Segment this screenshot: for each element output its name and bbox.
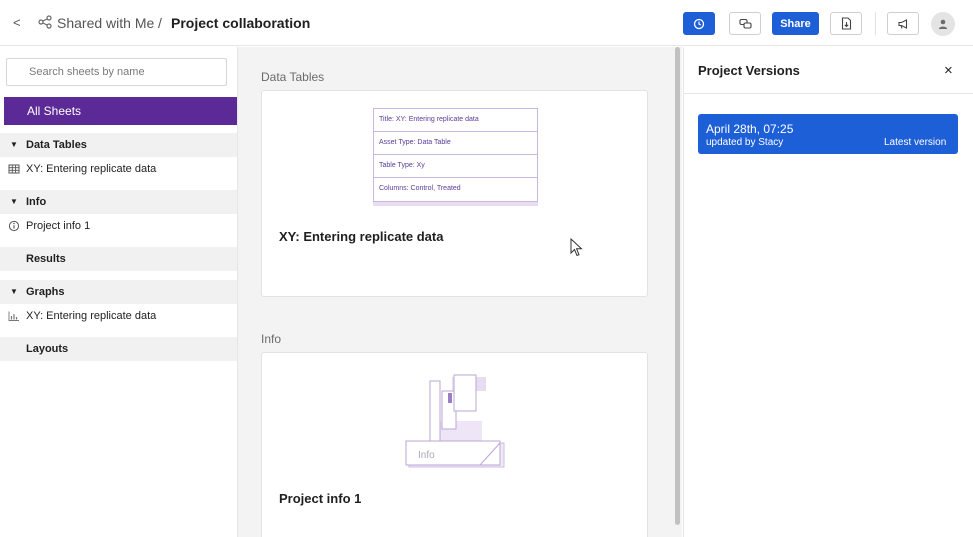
panel-title: Project Versions — [698, 63, 800, 78]
card-title: Project info 1 — [279, 491, 362, 506]
section-label: Info — [26, 196, 47, 208]
top-bar: < Shared with Me / Project collaboration… — [0, 0, 973, 46]
sidebar-item-label: Project info 1 — [26, 220, 91, 232]
section-info[interactable]: ▼ Info — [0, 190, 237, 214]
thumbnail-row: Columns: Control, Treated — [379, 185, 461, 192]
versions-panel: Project Versions × April 28th, 07:25 upd… — [683, 47, 973, 537]
section-data-tables[interactable]: ▼ Data Tables — [0, 133, 237, 157]
caret-down-icon: ▼ — [10, 140, 18, 149]
history-icon — [693, 18, 705, 29]
page-title: Project collaboration — [171, 15, 311, 31]
thumbnail-row: Asset Type: Data Table — [374, 132, 537, 155]
data-table-thumbnail: Title: XY: Entering replicate data Asset… — [373, 108, 538, 202]
comment-icon — [738, 18, 752, 29]
sidebar-item-info[interactable]: Project info 1 — [0, 214, 237, 238]
data-table-card[interactable]: Title: XY: Entering replicate data Asset… — [261, 90, 648, 297]
card-title: XY: Entering replicate data — [279, 229, 444, 244]
breadcrumb-shared-with-me[interactable]: Shared with Me — [57, 15, 154, 31]
section-label: Data Tables — [26, 139, 87, 151]
history-button[interactable] — [683, 12, 715, 35]
share-network-icon — [38, 15, 52, 29]
graph-icon — [8, 311, 19, 321]
scrollbar-thumb[interactable] — [675, 47, 680, 525]
section-title-info: Info — [261, 332, 282, 346]
divider — [684, 93, 973, 94]
info-card[interactable]: Info Project info 1 — [261, 352, 648, 537]
main-content: Data Tables Title: XY: Entering replicat… — [238, 47, 670, 537]
section-label: Graphs — [26, 286, 65, 298]
user-icon — [938, 19, 948, 29]
announcements-button[interactable] — [887, 12, 919, 35]
toolbar-divider — [875, 12, 876, 35]
search-input[interactable] — [6, 58, 227, 86]
info-icon — [8, 220, 20, 232]
info-illustration: Info — [405, 374, 505, 468]
thumbnail-row: Table Type: Xy — [374, 155, 537, 178]
version-date: April 28th, 07:25 — [706, 122, 794, 136]
avatar[interactable] — [931, 12, 955, 36]
section-graphs[interactable]: ▼ Graphs — [0, 280, 237, 304]
share-button[interactable]: Share — [772, 12, 819, 35]
mouse-cursor-icon — [570, 238, 583, 257]
section-results[interactable]: Results — [0, 247, 237, 271]
sidebar-item-all-sheets[interactable]: All Sheets — [4, 97, 237, 125]
close-button[interactable]: × — [944, 62, 953, 79]
export-icon — [841, 17, 851, 30]
section-label: Layouts — [26, 343, 69, 355]
export-button[interactable] — [830, 12, 862, 35]
sidebar-item-data-table[interactable]: XY: Entering replicate data — [0, 157, 237, 181]
version-author: updated by Stacy — [706, 137, 784, 148]
latest-version-badge: Latest version — [884, 137, 947, 148]
back-button[interactable]: < — [13, 15, 21, 30]
megaphone-icon — [897, 18, 907, 29]
breadcrumb-separator: / — [158, 15, 162, 31]
section-layouts[interactable]: Layouts — [0, 337, 237, 361]
comment-button[interactable] — [729, 12, 761, 35]
sidebar: All Sheets ▼ Data Tables XY: Entering re… — [0, 47, 238, 537]
caret-down-icon: ▼ — [10, 287, 18, 296]
illustration-label: Info — [418, 450, 435, 461]
version-item[interactable]: April 28th, 07:25 updated by Stacy Lates… — [698, 114, 958, 154]
sidebar-item-graph[interactable]: XY: Entering replicate data — [0, 304, 237, 328]
section-label: Results — [26, 253, 66, 265]
sidebar-item-label: XY: Entering replicate data — [26, 310, 157, 322]
caret-down-icon: ▼ — [10, 197, 18, 206]
thumbnail-row: Title: XY: Entering replicate data — [374, 109, 537, 132]
table-icon — [8, 164, 20, 174]
sidebar-item-label: XY: Entering replicate data — [26, 163, 157, 175]
section-title-data-tables: Data Tables — [261, 70, 325, 84]
